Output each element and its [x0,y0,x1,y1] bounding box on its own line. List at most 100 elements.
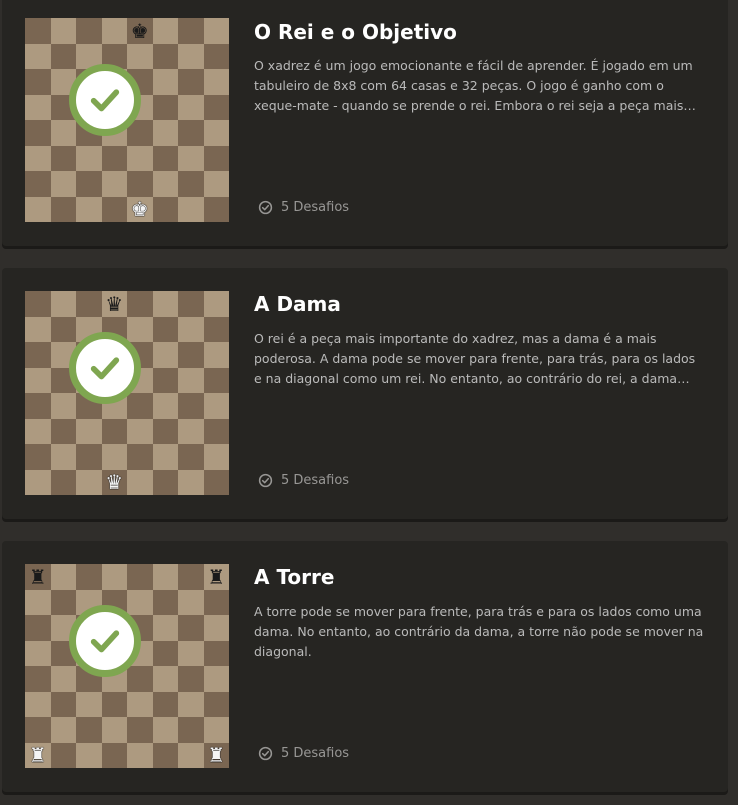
board-square-e2 [127,444,153,470]
board-square-g6 [178,69,204,95]
white-piece-h1: ♜ [207,743,226,768]
lesson-card-dama[interactable]: ♛ ♛ A Dama O rei é a peça mais importante… [2,268,728,519]
lesson-description: O rei é a peça mais importante do xadrez… [254,331,696,386]
board-square-d2 [101,717,127,743]
board-square-f5 [152,367,178,393]
board-square-a1 [25,469,51,495]
board-square-g6 [178,342,204,368]
board-square-e3 [127,691,153,717]
board-square-b2 [50,444,76,470]
board-square-b7 [50,43,76,69]
board-square-f5 [152,640,178,666]
board-square-h3 [203,145,229,171]
board-square-a7 [25,316,51,342]
board-square-f8 [152,564,178,590]
board-square-h7 [203,589,229,615]
board-square-f2 [152,444,178,470]
board-square-d2 [101,171,127,197]
board-square-f1 [152,469,178,495]
board-square-b2 [50,717,76,743]
board-square-h5 [203,367,229,393]
board-square-f6 [152,342,178,368]
board-square-h8 [203,291,229,317]
board-square-d3 [101,691,127,717]
challenges-count: 5 Desafios [281,473,350,488]
board-square-d1: ♛ [101,469,127,495]
board-square-a7 [25,589,51,615]
board-square-h4 [203,666,229,692]
board-square-f7 [152,316,178,342]
board-square-f8 [152,291,178,317]
board-square-g8 [178,18,204,44]
lesson-description: A torre pode se mover para frente, para … [254,604,704,659]
board-square-f7 [152,43,178,69]
board-square-e1: ♚ [127,196,153,222]
board-square-h4 [203,393,229,419]
board-square-b8 [50,291,76,317]
board-square-d8 [101,564,127,590]
board-square-f4 [152,666,178,692]
board-square-f5 [152,94,178,120]
lesson-title[interactable]: A Torre [254,565,334,589]
board-square-g5 [178,367,204,393]
black-piece-d8: ♛ [105,291,124,316]
board-square-a3 [25,145,51,171]
white-piece-e1: ♚ [130,197,149,222]
lesson-title[interactable]: O Rei e o Objetivo [254,20,457,44]
board-square-g7 [178,589,204,615]
board-square-e2 [127,171,153,197]
board-square-f7 [152,589,178,615]
board-square-d1 [101,742,127,768]
board-square-c1 [76,742,102,768]
board-square-h2 [203,717,229,743]
board-square-e8 [127,291,153,317]
board-square-h2 [203,444,229,470]
board-square-a1: ♜ [25,742,51,768]
board-square-g6 [178,615,204,641]
board-square-h4 [203,120,229,146]
board-square-f4 [152,393,178,419]
lesson-title[interactable]: A Dama [254,292,341,316]
board-square-a4 [25,393,51,419]
board-square-e7 [127,589,153,615]
lesson-challenges: 5 Desafios [258,746,349,761]
lesson-card-rei[interactable]: ♚ ♚ O Rei e o Objetivo O xadrez é um jogo… [2,0,728,246]
board-square-a3 [25,418,51,444]
board-square-b8 [50,18,76,44]
board-square-b4 [50,393,76,419]
board-square-f1 [152,742,178,768]
challenges-count: 5 Desafios [281,746,350,761]
lesson-card-torre[interactable]: ♜ ♜ ♜ ♜ A Torre A torre pode se mover para … [2,541,728,792]
completed-check-icon [69,605,141,677]
board-square-f6 [152,615,178,641]
board-square-h8 [203,18,229,44]
board-square-f3 [152,145,178,171]
board-square-c8 [76,18,102,44]
board-square-d2 [101,444,127,470]
board-square-g7 [178,43,204,69]
board-square-b1 [50,196,76,222]
board-square-a2 [25,444,51,470]
board-square-a1 [25,196,51,222]
white-piece-d1: ♛ [105,470,124,495]
board-square-c2 [76,717,102,743]
board-square-f3 [152,691,178,717]
board-square-g3 [178,418,204,444]
board-square-h3 [203,418,229,444]
board-square-c3 [76,691,102,717]
board-square-f1 [152,196,178,222]
board-square-b1 [50,469,76,495]
check-badge-icon [258,473,273,488]
board-square-a5 [25,640,51,666]
board-square-a5 [25,94,51,120]
black-piece-a8: ♜ [28,564,47,589]
board-square-e8 [127,564,153,590]
board-square-g1 [178,196,204,222]
board-square-d1 [101,196,127,222]
board-square-c2 [76,171,102,197]
board-square-a4 [25,666,51,692]
board-square-e7 [127,316,153,342]
board-square-e3 [127,145,153,171]
board-square-f6 [152,69,178,95]
completed-check-icon [69,332,141,404]
